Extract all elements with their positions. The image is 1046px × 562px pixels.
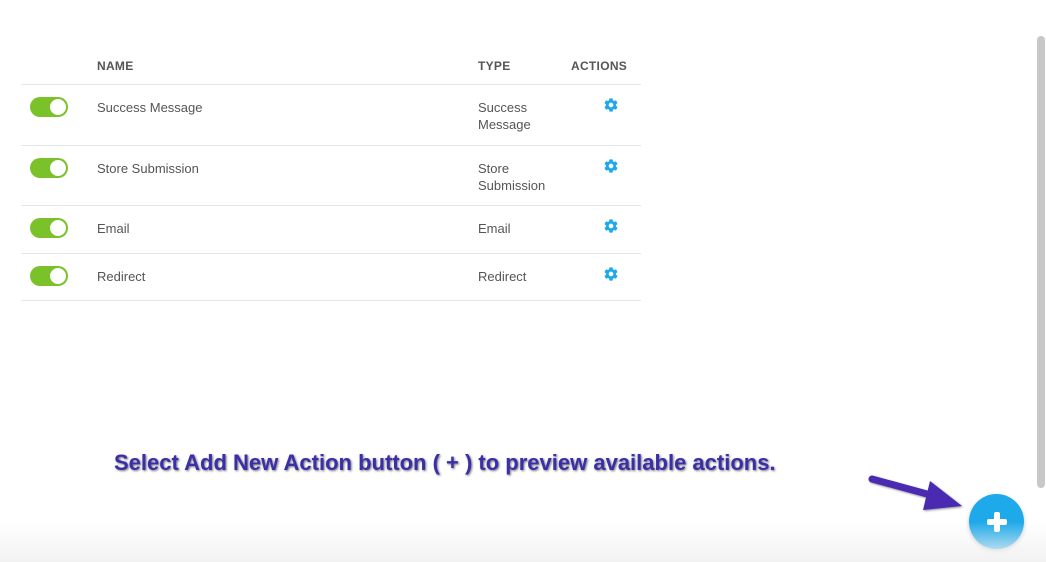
- gear-icon[interactable]: [603, 97, 619, 113]
- action-name: Email: [97, 205, 478, 254]
- header-name: NAME: [97, 48, 478, 85]
- toggle-cell: [21, 205, 97, 254]
- toggle-knob: [50, 99, 66, 115]
- table-row: Success Message Success Message: [21, 84, 641, 146]
- enable-toggle[interactable]: [30, 266, 68, 286]
- actions-table: NAME TYPE ACTIONS Success Message Succes…: [21, 48, 641, 301]
- gear-icon[interactable]: [603, 266, 619, 282]
- table-header-row: NAME TYPE ACTIONS: [21, 48, 641, 85]
- action-name: Redirect: [97, 253, 478, 301]
- actions-cell: [571, 84, 641, 146]
- actions-cell: [571, 145, 641, 206]
- toggle-cell: [21, 253, 97, 301]
- table-row: Store Submission Store Submission: [21, 145, 641, 206]
- action-type-line2: Submission: [478, 178, 546, 193]
- table-row: Email Email: [21, 205, 641, 254]
- action-type-line1: Success: [478, 100, 528, 115]
- action-type: Store Submission: [478, 145, 571, 206]
- scrollbar[interactable]: [1036, 36, 1046, 488]
- toggle-cell: [21, 145, 97, 206]
- bottom-fade: [0, 522, 1046, 562]
- header-toggle: [21, 48, 97, 85]
- action-name: Store Submission: [97, 145, 478, 206]
- gear-icon[interactable]: [603, 158, 619, 174]
- action-type: Email: [478, 205, 571, 254]
- action-type-line1: Email: [478, 221, 511, 236]
- gear-icon[interactable]: [603, 218, 619, 234]
- action-type-line1: Store: [478, 161, 510, 176]
- actions-cell: [571, 205, 641, 254]
- toggle-knob: [50, 220, 66, 236]
- action-name: Success Message: [97, 84, 478, 146]
- enable-toggle[interactable]: [30, 97, 68, 117]
- toggle-knob: [50, 268, 66, 284]
- header-type: TYPE: [478, 48, 571, 85]
- action-type-line2: Message: [478, 117, 531, 132]
- toggle-cell: [21, 84, 97, 146]
- toggle-knob: [50, 160, 66, 176]
- header-actions: ACTIONS: [571, 48, 641, 85]
- action-type-line1: Redirect: [478, 269, 527, 284]
- enable-toggle[interactable]: [30, 158, 68, 178]
- table-row: Redirect Redirect: [21, 253, 641, 301]
- arrow-icon: [868, 475, 962, 510]
- actions-cell: [571, 253, 641, 301]
- enable-toggle[interactable]: [30, 218, 68, 238]
- instruction-annotation: Select Add New Action button ( + ) to pr…: [114, 450, 776, 475]
- action-type: Success Message: [478, 84, 571, 146]
- scrollbar-thumb[interactable]: [1037, 36, 1045, 488]
- action-type: Redirect: [478, 253, 571, 301]
